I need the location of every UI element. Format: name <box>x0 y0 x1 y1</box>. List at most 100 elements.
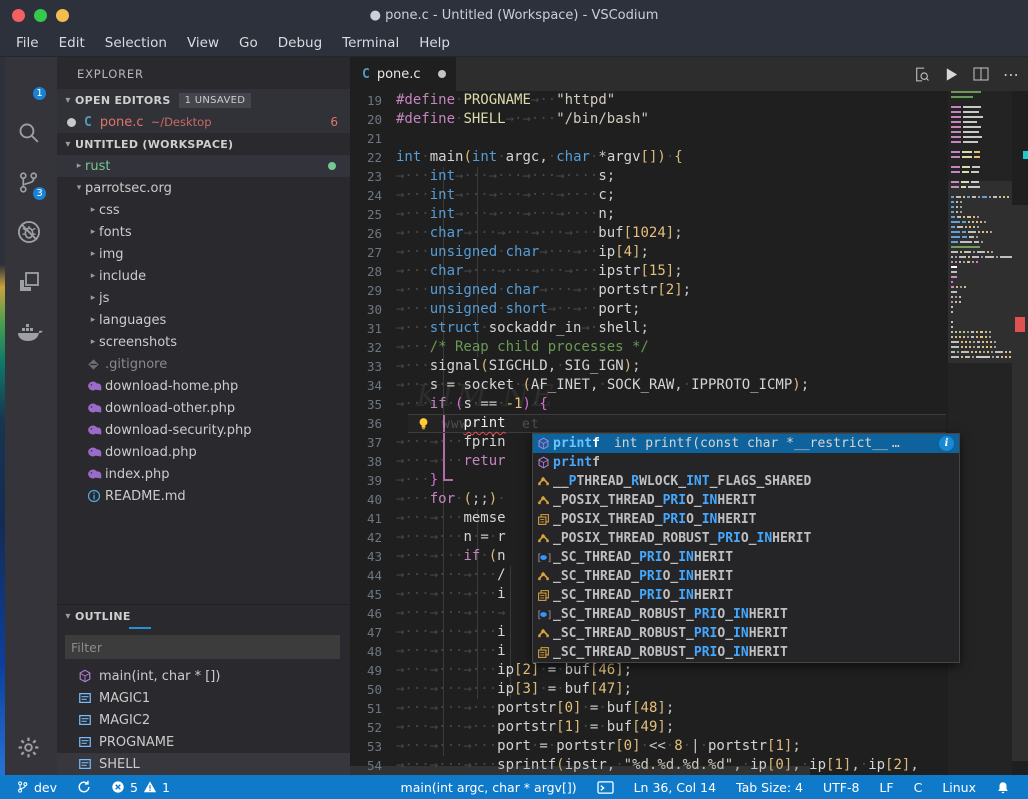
tree-item-rust[interactable]: ▸ rust <box>57 155 350 177</box>
status-utf-8[interactable]: UTF-8 <box>815 775 867 799</box>
tree-item-download-security-php[interactable]: download-security.php <box>57 419 350 441</box>
activity-extensions[interactable] <box>0 257 57 307</box>
menu-file[interactable]: File <box>6 32 49 54</box>
tree-item--gitignore[interactable]: .gitignore <box>57 353 350 375</box>
code-line[interactable]: 53 →···→···→···port·=·portstr[0]·<<·8·|·p… <box>350 737 1028 756</box>
outline-item-magic1[interactable]: MAGIC1 <box>57 687 350 709</box>
code-line[interactable]: 35 →···if·(s·==·-1)·{ <box>350 395 1028 414</box>
status-c[interactable]: C <box>906 775 931 799</box>
modified-dot-icon[interactable] <box>437 70 446 78</box>
tree-item-languages[interactable]: ▸ languages <box>57 309 350 331</box>
open-editors-header[interactable]: ▾ OPEN EDITORS 1 UNSAVED <box>57 89 350 111</box>
outline-filter-input[interactable] <box>65 639 340 655</box>
tree-item-download-other-php[interactable]: download-other.php <box>57 397 350 419</box>
tree-item-index-php[interactable]: index.php <box>57 463 350 485</box>
code-line[interactable]: 36 print <box>350 414 1028 433</box>
suggestion-item[interactable]: _SC_THREAD_PRIO_INHERIT <box>533 567 959 586</box>
menu-view[interactable]: View <box>177 32 229 54</box>
tree-item-css[interactable]: ▸ css <box>57 199 350 221</box>
tree-item-download-home-php[interactable]: download-home.php <box>57 375 350 397</box>
tree-item-include[interactable]: ▸ include <box>57 265 350 287</box>
activity-settings[interactable] <box>0 727 57 767</box>
suggestion-item[interactable]: []_SC_THREAD_PRIO_INHERIT <box>533 548 959 567</box>
activity-debug[interactable] <box>0 207 57 257</box>
code-line[interactable]: 23 →···int→···→···→···→····s; <box>350 167 1028 186</box>
outline-item-main-int-char-[interactable]: main(int, char * []) <box>57 665 350 687</box>
code-line[interactable]: 51 →···→···→···portstr[0]·=·buf[48]; <box>350 699 1028 718</box>
suggestion-item[interactable]: _SC_THREAD_PRIO_INHERIT <box>533 586 959 605</box>
suggestion-item[interactable]: _POSIX_THREAD_PRIO_INHERIT <box>533 510 959 529</box>
vertical-scrollbar[interactable] <box>1012 205 1028 761</box>
menu-edit[interactable]: Edit <box>49 32 95 54</box>
suggestion-item[interactable]: printf int printf(const char *__restrict_… <box>533 434 959 453</box>
status-sync[interactable] <box>69 775 99 799</box>
close-window-button[interactable] <box>12 8 25 22</box>
code-line[interactable]: 29 →···unsigned·char→···→··portstr[2]; <box>350 281 1028 300</box>
code-line[interactable]: 26 →···char→···→···→···→···buf[1024]; <box>350 224 1028 243</box>
menu-selection[interactable]: Selection <box>95 32 177 54</box>
maximize-window-button[interactable] <box>34 8 47 22</box>
tree-item-js[interactable]: ▸ js <box>57 287 350 309</box>
code-line[interactable]: 49 →···→···→···ip[2]·=·buf[46]; <box>350 661 1028 680</box>
title-bar[interactable]: ● pone.c - Untitled (Workspace) - VSCodi… <box>0 0 1028 30</box>
activity-explorer[interactable]: 1 <box>0 57 57 107</box>
tree-item-parrotsec-org[interactable]: ▾ parrotsec.org <box>57 177 350 199</box>
activity-source-control[interactable]: 3 <box>0 157 57 207</box>
menu-help[interactable]: Help <box>409 32 460 54</box>
minimap-viewport[interactable] <box>948 181 1012 363</box>
suggestion-item[interactable]: _SC_THREAD_ROBUST_PRIO_INHERIT <box>533 624 959 643</box>
code-line[interactable]: 22 int·main(int·argc,·char·*argv[])·{ <box>350 148 1028 167</box>
tree-item-fonts[interactable]: ▸ fonts <box>57 221 350 243</box>
code-line[interactable]: 27 →···unsigned·char→···→··ip[4]; <box>350 243 1028 262</box>
code-line[interactable]: 20 #define·SHELL→·→···"/bin/bash" <box>350 110 1028 129</box>
tab-pone-c[interactable]: C pone.c <box>350 57 456 91</box>
lightbulb-icon[interactable] <box>416 416 431 431</box>
suggestion-item[interactable]: printf <box>533 453 959 472</box>
suggestion-item[interactable]: _SC_THREAD_ROBUST_PRIO_INHERIT <box>533 643 959 662</box>
run-button[interactable] <box>944 67 959 82</box>
code-line[interactable]: 30 →···unsigned·short→··→··port; <box>350 300 1028 319</box>
suggestion-item[interactable]: __PTHREAD_RWLOCK_INT_FLAGS_SHARED <box>533 472 959 491</box>
code-line[interactable]: 21 <box>350 129 1028 148</box>
split-editor-icon[interactable] <box>973 66 989 82</box>
activity-search[interactable] <box>0 107 57 157</box>
code-line[interactable]: 32 →···/* Reap child processes */ <box>350 338 1028 357</box>
status-bell[interactable] <box>988 775 1018 799</box>
suggestion-item[interactable]: _POSIX_THREAD_ROBUST_PRIO_INHERIT <box>533 529 959 548</box>
suggestion-item[interactable]: _POSIX_THREAD_PRIO_INHERIT <box>533 491 959 510</box>
more-actions-icon[interactable]: ⋯ <box>1003 65 1020 84</box>
menu-terminal[interactable]: Terminal <box>332 32 409 54</box>
horizontal-scrollbar[interactable] <box>350 766 810 775</box>
activity-docker[interactable] <box>0 307 57 357</box>
outline-item-progname[interactable]: PROGNAME <box>57 731 350 753</box>
open-preview-icon[interactable] <box>913 66 930 83</box>
code-line[interactable]: 19 #define·PROGNAME→··"httpd" <box>350 91 1028 110</box>
tree-item-readme-md[interactable]: README.md <box>57 485 350 507</box>
suggestion-item[interactable]: []_SC_THREAD_ROBUST_PRIO_INHERIT <box>533 605 959 624</box>
status-dev[interactable]: dev <box>8 775 65 799</box>
open-editor-item[interactable]: Cpone.c ~/Desktop 6 <box>57 111 350 133</box>
outline-item-shell[interactable]: SHELL <box>57 753 350 775</box>
tree-item-download-php[interactable]: download.php <box>57 441 350 463</box>
code-line[interactable]: 50 →···→···→···ip[3]·=·buf[47]; <box>350 680 1028 699</box>
status-linux[interactable]: Linux <box>934 775 984 799</box>
minimize-window-button[interactable] <box>56 8 69 22</box>
code-line[interactable]: 28 →···char→···→···→···→···ipstr[15]; <box>350 262 1028 281</box>
menu-go[interactable]: Go <box>229 32 268 54</box>
status-5[interactable]: 51 <box>103 775 178 799</box>
workspace-header[interactable]: ▾ UNTITLED (WORKSPACE) <box>57 133 350 155</box>
tree-item-img[interactable]: ▸ img <box>57 243 350 265</box>
tree-item-screenshots[interactable]: ▸ screenshots <box>57 331 350 353</box>
code-line[interactable]: 31 →···struct·sockaddr_in→·shell; <box>350 319 1028 338</box>
status-terminal[interactable] <box>589 775 622 799</box>
status-tab-size-4[interactable]: Tab Size: 4 <box>728 775 811 799</box>
status-main-int-argc-char-argv-[interactable]: main(int argc, char * argv[]) <box>393 775 585 799</box>
outline-header[interactable]: ▾ OUTLINE <box>57 605 350 627</box>
status-ln-36-col-14[interactable]: Ln 36, Col 14 <box>626 775 724 799</box>
code-editor[interactable]: KIM NE www et 19 #define·PROGNAME→··"http… <box>350 91 1028 775</box>
info-icon[interactable]: i <box>939 436 954 451</box>
code-line[interactable]: 52 →···→···→···portstr[1]·=·buf[49]; <box>350 718 1028 737</box>
code-line[interactable]: 34 →···s·=·socket·(AF_INET,·SOCK_RAW,·IPP… <box>350 376 1028 395</box>
status-lf[interactable]: LF <box>871 775 901 799</box>
code-line[interactable]: 33 →···signal(SIGCHLD,·SIG_IGN); <box>350 357 1028 376</box>
